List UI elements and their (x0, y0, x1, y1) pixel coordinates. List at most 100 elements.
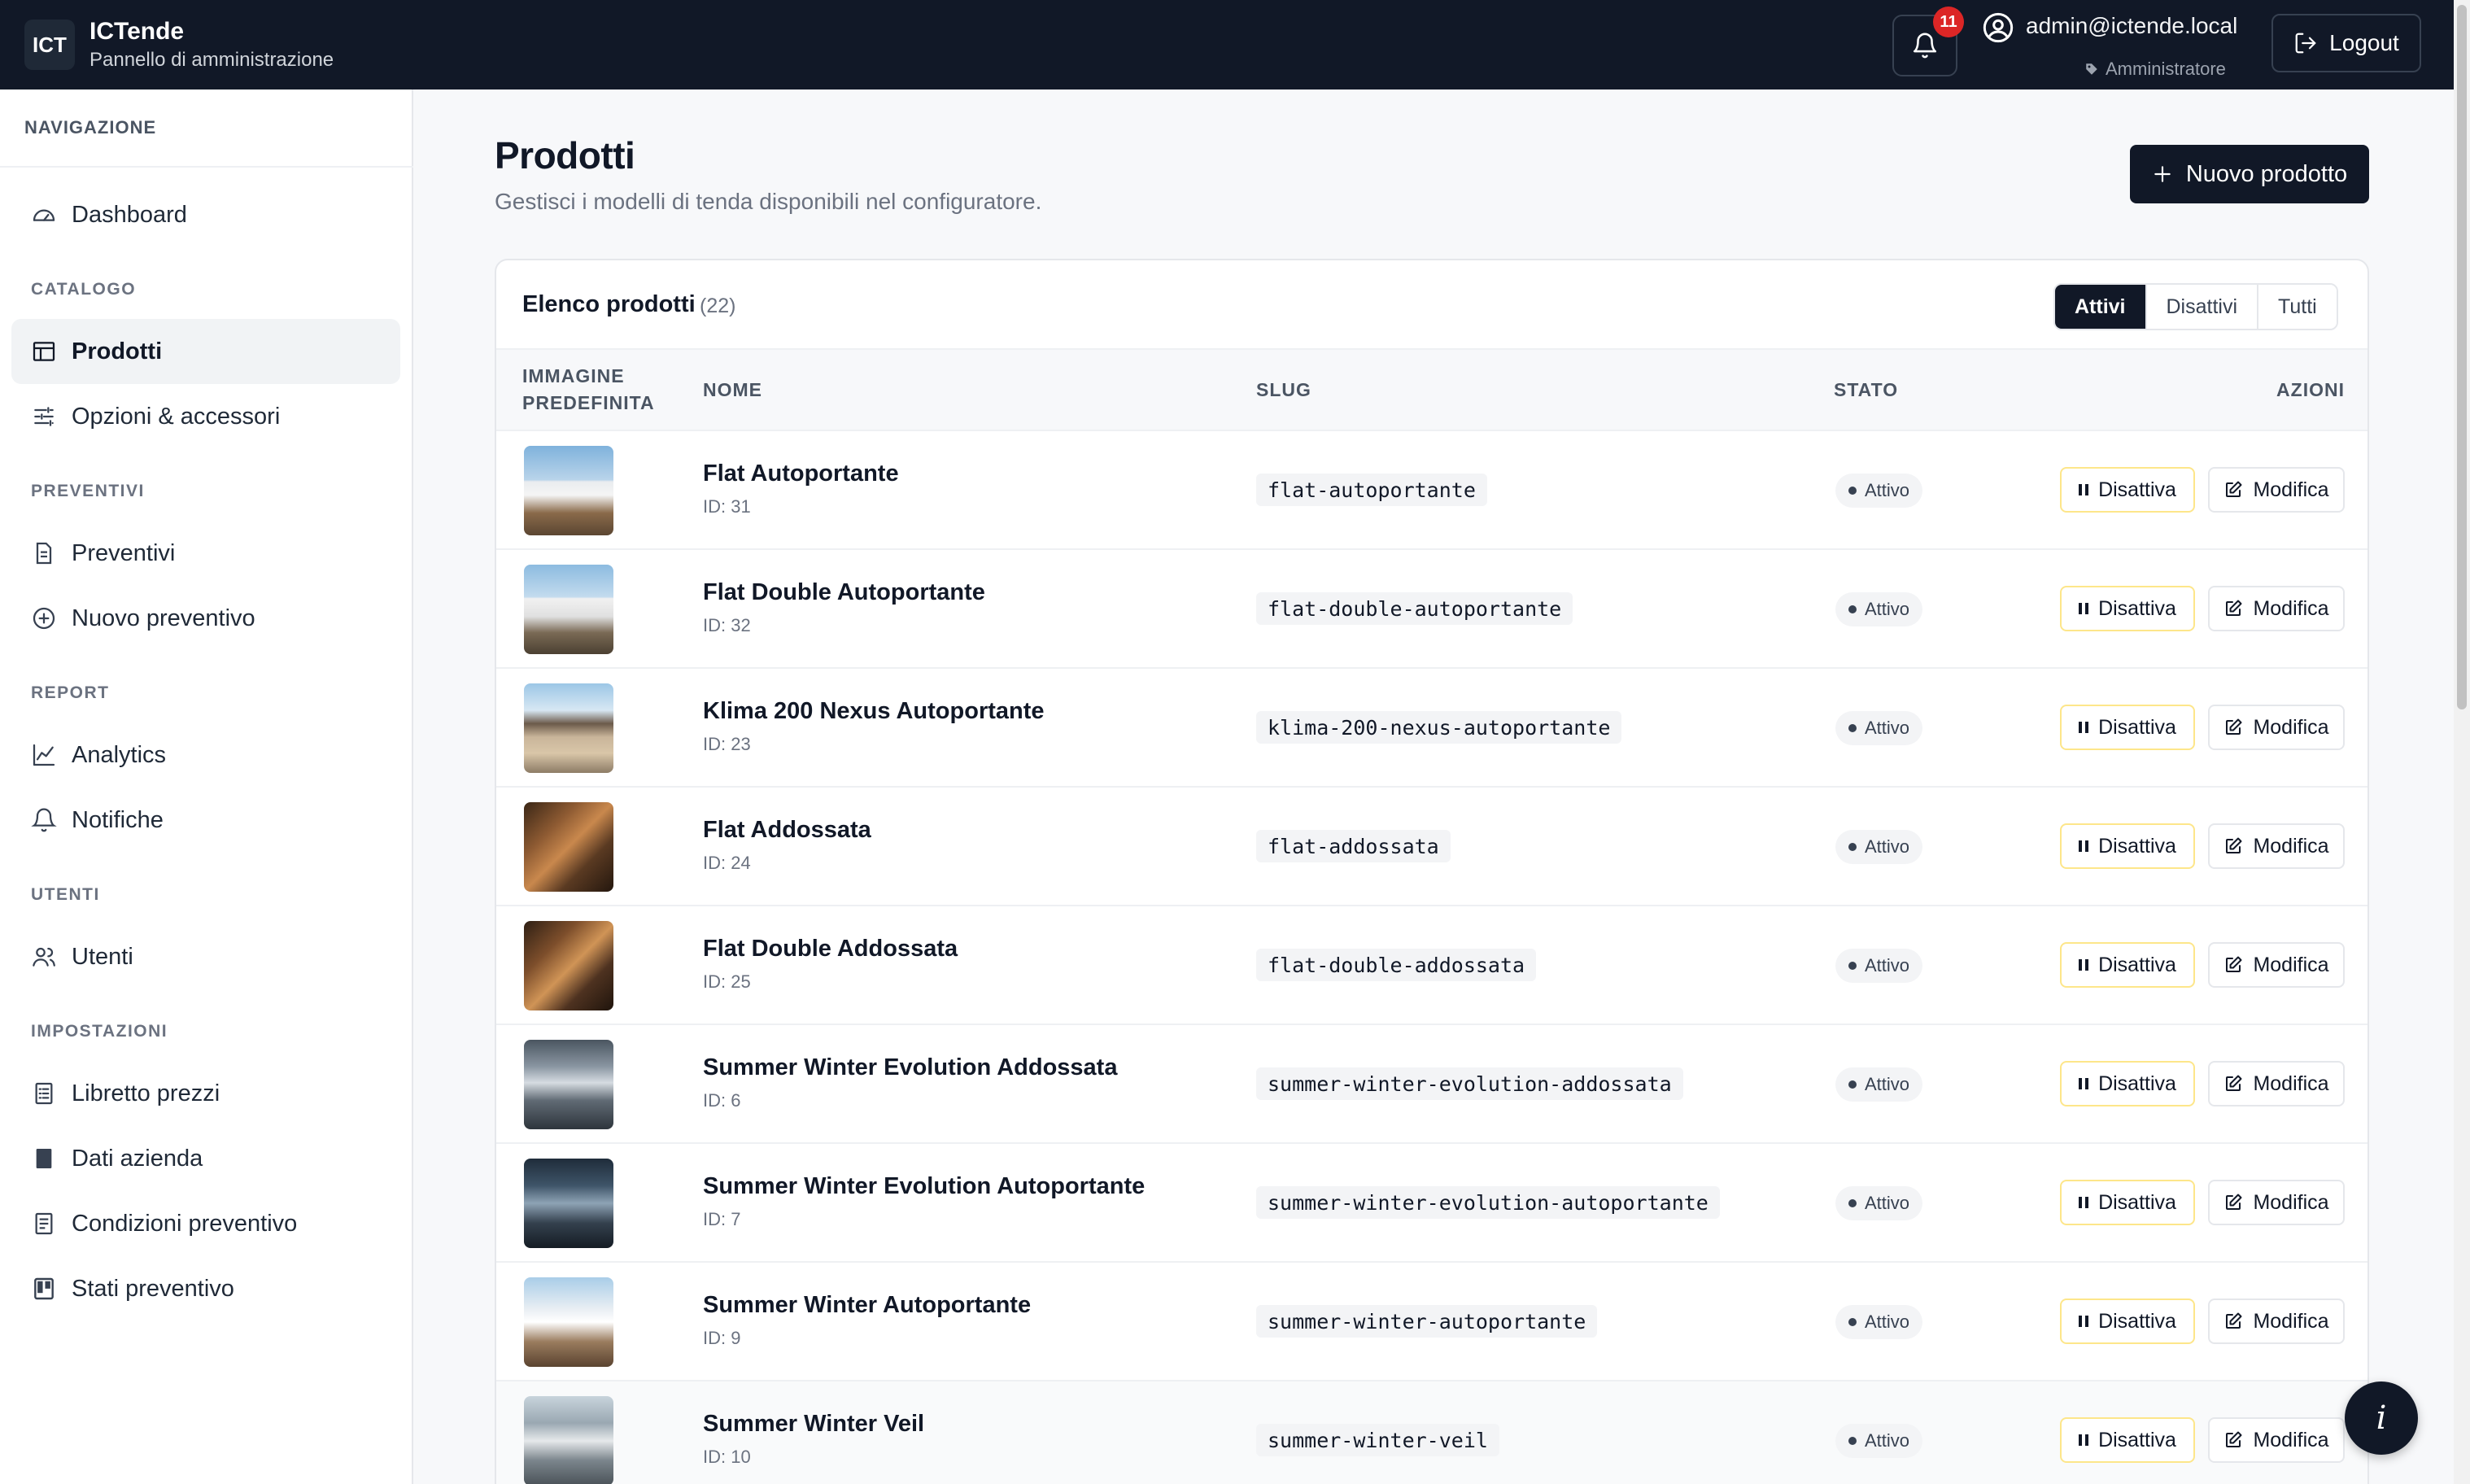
deactivate-button[interactable]: Disattiva (2060, 942, 2195, 988)
deactivate-button[interactable]: Disattiva (2060, 467, 2195, 513)
status-dot (1848, 962, 1857, 970)
edit-label: Modifica (2253, 1072, 2329, 1095)
deactivate-button[interactable]: Disattiva (2060, 1061, 2195, 1106)
sidebar-item-label: Preventivi (72, 539, 176, 566)
edit-button[interactable]: Modifica (2208, 467, 2345, 513)
edit-icon (2226, 1431, 2242, 1447)
app-subtitle: Pannello di amministrazione (89, 49, 334, 71)
status-label: Attivo (1865, 599, 1910, 619)
table-header: IMMAGINE PREDEFINITA NOME SLUG STATO AZI… (496, 348, 2367, 430)
deactivate-button[interactable]: Disattiva (2060, 1180, 2195, 1225)
edit-button[interactable]: Modifica (2208, 1298, 2345, 1344)
product-thumbnail[interactable] (524, 1277, 613, 1367)
bell-icon (1913, 33, 1937, 59)
sidebar-item-label: Stati preventivo (72, 1275, 234, 1302)
deactivate-button[interactable]: Disattiva (2060, 705, 2195, 750)
status-badge: Attivo (1835, 949, 1923, 983)
sidebar-item-analytics[interactable]: Analytics (11, 722, 400, 788)
product-id: ID: 6 (703, 1090, 741, 1111)
deactivate-button[interactable]: Disattiva (2060, 1298, 2195, 1344)
section-impostazioni: IMPOSTAZIONI (31, 1022, 168, 1041)
users-icon (33, 947, 55, 967)
sidebar-item-condizioni-preventivo[interactable]: Condizioni preventivo (11, 1191, 400, 1256)
column-slug[interactable]: SLUG (1256, 377, 1311, 404)
status-label: Attivo (1865, 1312, 1910, 1332)
deactivate-button[interactable]: Disattiva (2060, 823, 2195, 869)
sidebar-item-libretto-prezzi[interactable]: Libretto prezzi (11, 1061, 400, 1126)
deactivate-label: Disattiva (2098, 1309, 2176, 1333)
page-title: Prodotti (495, 134, 635, 177)
product-id: ID: 25 (703, 971, 751, 992)
product-id: ID: 31 (703, 496, 751, 517)
sidebar-item-dati-azienda[interactable]: Dati azienda (11, 1126, 400, 1191)
table-row: Summer Winter Autoportante ID: 9 summer-… (496, 1261, 2367, 1380)
edit-icon (2226, 1075, 2242, 1091)
table-row: Flat Double Autoportante ID: 32 flat-dou… (496, 548, 2367, 667)
product-thumbnail[interactable] (524, 921, 613, 1010)
edit-label: Modifica (2253, 1190, 2329, 1214)
edit-button[interactable]: Modifica (2208, 823, 2345, 869)
pause-icon (2079, 722, 2089, 733)
sidebar-item-utenti[interactable]: Utenti (11, 924, 400, 989)
edit-button[interactable]: Modifica (2208, 942, 2345, 988)
section-utenti: UTENTI (31, 885, 100, 904)
edit-label: Modifica (2253, 715, 2329, 739)
pause-icon (2079, 1197, 2089, 1208)
sidebar-item-prodotti[interactable]: Prodotti (11, 319, 400, 384)
edit-button[interactable]: Modifica (2208, 705, 2345, 750)
sidebar-item-opzioni[interactable]: Opzioni & accessori (11, 384, 400, 449)
edit-button[interactable]: Modifica (2208, 1061, 2345, 1106)
logout-button[interactable]: Logout (2271, 14, 2421, 72)
column-status[interactable]: STATO (1834, 377, 1898, 404)
sidebar-item-preventivi[interactable]: Preventivi (11, 521, 400, 586)
status-label: Attivo (1865, 955, 1910, 976)
scrollbar-thumb[interactable] (2457, 5, 2467, 709)
sidebar-item-nuovo-preventivo[interactable]: Nuovo preventivo (11, 586, 400, 651)
deactivate-button[interactable]: Disattiva (2060, 1417, 2195, 1463)
column-name[interactable]: NOME (703, 377, 762, 404)
pause-icon (2079, 959, 2089, 971)
info-button[interactable]: i (2345, 1381, 2418, 1455)
pause-icon (2079, 603, 2089, 614)
product-thumbnail[interactable] (524, 1040, 613, 1129)
deactivate-label: Disattiva (2098, 596, 2176, 620)
app-logo[interactable]: ICT (24, 20, 75, 70)
column-actions: AZIONI (2276, 379, 2345, 400)
edit-label: Modifica (2253, 596, 2329, 620)
product-name: Summer Winter Autoportante (703, 1292, 1032, 1318)
table-row: Summer Winter Evolution Autoportante ID:… (496, 1142, 2367, 1261)
notifications-badge: 11 (1933, 7, 1964, 37)
status-label: Attivo (1865, 480, 1910, 500)
status-badge: Attivo (1835, 830, 1923, 864)
sidebar-heading: NAVIGAZIONE (24, 117, 157, 137)
status-dot (1848, 724, 1857, 732)
user-circle-icon (1983, 12, 2014, 43)
product-thumbnail[interactable] (524, 1396, 613, 1484)
edit-button[interactable]: Modifica (2208, 586, 2345, 631)
deactivate-button[interactable]: Disattiva (2060, 586, 2195, 631)
product-thumbnail[interactable] (524, 1159, 613, 1248)
sidebar-item-stati-preventivo[interactable]: Stati preventivo (11, 1256, 400, 1321)
sidebar-item-dashboard[interactable]: Dashboard (11, 182, 400, 247)
product-slug: summer-winter-autoportante (1256, 1305, 1598, 1338)
filter-tutti[interactable]: Tutti (2257, 285, 2337, 329)
new-product-button[interactable]: Nuovo prodotto (2130, 145, 2369, 203)
sidebar-item-label: Opzioni & accessori (72, 403, 281, 430)
product-thumbnail[interactable] (524, 446, 613, 535)
status-badge: Attivo (1835, 1186, 1923, 1220)
sliders-icon (34, 407, 54, 426)
edit-label: Modifica (2253, 953, 2329, 976)
product-thumbnail[interactable] (524, 802, 613, 892)
edit-button[interactable]: Modifica (2208, 1180, 2345, 1225)
filter-disattivi[interactable]: Disattivi (2145, 285, 2258, 329)
status-badge: Attivo (1835, 711, 1923, 745)
edit-button[interactable]: Modifica (2208, 1417, 2345, 1463)
status-dot (1848, 1437, 1857, 1445)
status-badge: Attivo (1835, 1067, 1923, 1102)
gauge-icon (33, 209, 55, 221)
product-thumbnail[interactable] (524, 683, 613, 773)
status-badge: Attivo (1835, 474, 1923, 508)
sidebar-item-notifiche[interactable]: Notifiche (11, 788, 400, 853)
filter-attivi[interactable]: Attivi (2055, 285, 2145, 329)
product-thumbnail[interactable] (524, 565, 613, 654)
